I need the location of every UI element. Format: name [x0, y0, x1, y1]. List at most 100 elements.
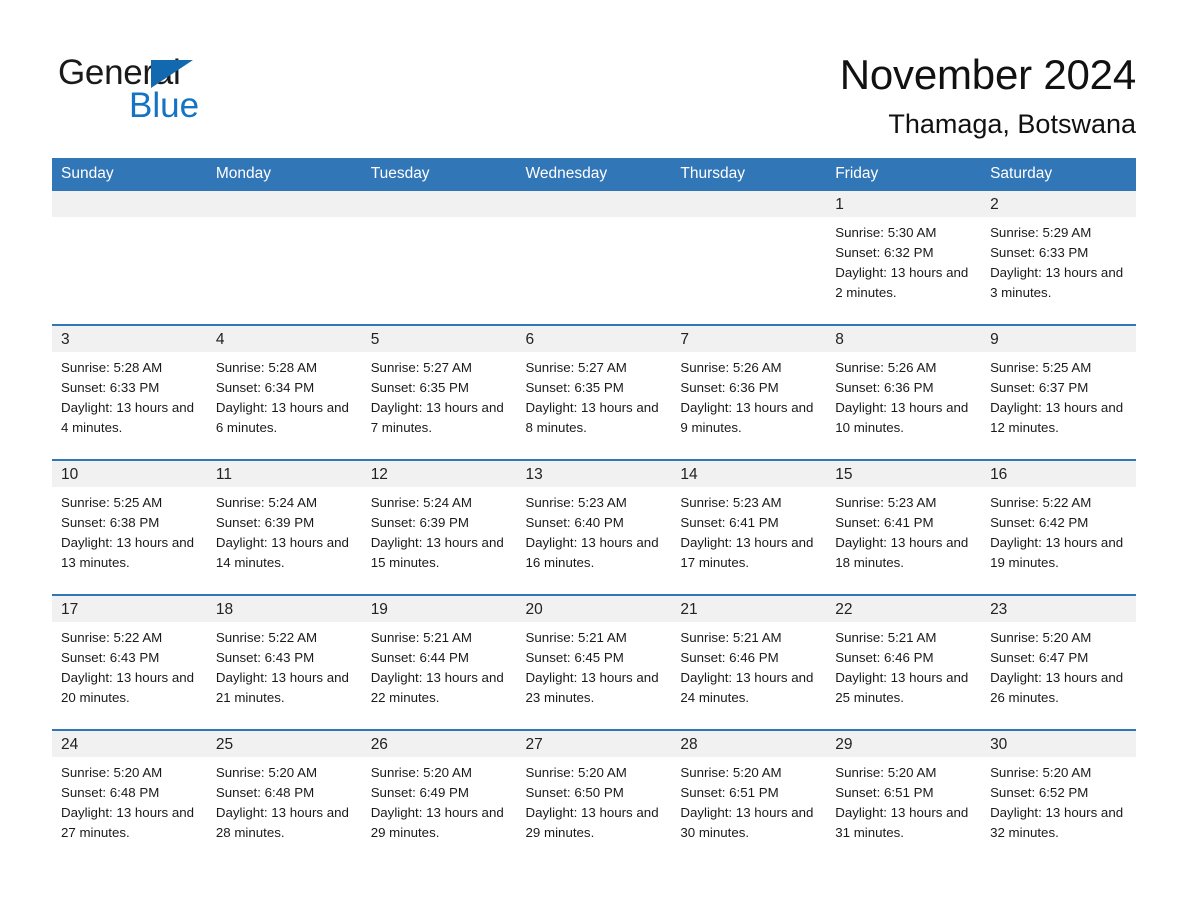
day-cell[interactable]: 17 Sunrise: 5:22 AM Sunset: 6:43 PM Dayligh… — [52, 594, 207, 730]
day-cell[interactable]: 18 Sunrise: 5:22 AM Sunset: 6:43 PM Dayligh… — [206, 594, 362, 730]
day-number: 17 — [52, 596, 207, 622]
day-number: 6 — [516, 326, 672, 352]
calendar-week-row: 3 Sunrise: 5:28 AM Sunset: 6:33 PM Daylight… — [52, 324, 1136, 460]
day-details: Sunrise: 5:21 AM Sunset: 6:46 PM Daylight:… — [826, 622, 981, 708]
day-cell-inner: 8 Sunrise: 5:26 AM Sunset: 6:36 PM Daylight… — [826, 326, 982, 459]
calendar-page: General Blue November 2024 Thamaga, Bots… — [0, 0, 1188, 918]
sunset-text: Sunset: 6:47 PM — [990, 650, 1089, 665]
sunset-text: Sunset: 6:39 PM — [215, 515, 315, 530]
day-cell[interactable]: 6 Sunrise: 5:27 AM Sunset: 6:35 PM Daylight… — [516, 324, 672, 460]
sunset-text: Sunset: 6:41 PM — [680, 515, 779, 530]
sunset-text: Sunset: 6:48 PM — [215, 785, 315, 800]
sunrise-text: Sunrise: 5:27 AM — [525, 360, 627, 375]
sunset-text: Sunset: 6:41 PM — [835, 515, 934, 530]
daylight-text: Daylight: 13 hours and 30 minutes. — [680, 805, 814, 840]
daylight-text: Daylight: 13 hours and 16 minutes. — [525, 535, 659, 570]
day-cell[interactable]: 19 Sunrise: 5:21 AM Sunset: 6:44 PM Dayligh… — [361, 594, 517, 730]
day-details: Sunrise: 5:26 AM Sunset: 6:36 PM Daylight:… — [826, 352, 981, 438]
sunrise-text: Sunrise: 5:21 AM — [680, 630, 782, 645]
day-cell-inner — [206, 191, 362, 324]
day-cell[interactable]: 24 Sunrise: 5:20 AM Sunset: 6:48 PM Dayligh… — [52, 729, 207, 864]
sunrise-text: Sunrise: 5:20 AM — [525, 765, 627, 780]
daylight-text: Daylight: 13 hours and 13 minutes. — [61, 535, 195, 570]
day-cell[interactable]: 1 Sunrise: 5:30 AM Sunset: 6:32 PM Daylight… — [826, 191, 982, 325]
sunrise-text: Sunrise: 5:22 AM — [215, 630, 318, 645]
daylight-text: Daylight: 13 hours and 10 minutes. — [835, 400, 969, 435]
day-cell[interactable]: 21 Sunrise: 5:21 AM Sunset: 6:46 PM Dayligh… — [671, 594, 827, 730]
day-number: 22 — [826, 596, 982, 622]
day-cell[interactable]: 29 Sunrise: 5:20 AM Sunset: 6:51 PM Dayligh… — [826, 729, 982, 864]
sunrise-text: Sunrise: 5:26 AM — [835, 360, 937, 375]
daylight-text: Daylight: 13 hours and 2 minutes. — [835, 265, 969, 300]
calendar-week-row: 17 Sunrise: 5:22 AM Sunset: 6:43 PM Dayligh… — [52, 594, 1136, 730]
day-details: Sunrise: 5:23 AM Sunset: 6:41 PM Daylight:… — [671, 487, 826, 573]
day-details: Sunrise: 5:20 AM Sunset: 6:50 PM Daylight:… — [517, 757, 672, 843]
day-cell-inner: 22 Sunrise: 5:21 AM Sunset: 6:46 PM Dayligh… — [826, 596, 982, 729]
day-details: Sunrise: 5:25 AM Sunset: 6:38 PM Daylight:… — [52, 487, 207, 573]
day-cell[interactable]: 30 Sunrise: 5:20 AM Sunset: 6:52 PM Dayligh… — [981, 729, 1136, 864]
day-cell-inner: 12 Sunrise: 5:24 AM Sunset: 6:39 PM Dayligh… — [361, 461, 517, 594]
day-cell-empty — [516, 191, 672, 325]
daylight-text: Daylight: 13 hours and 12 minutes. — [990, 400, 1124, 435]
day-details: Sunrise: 5:28 AM Sunset: 6:33 PM Daylight:… — [52, 352, 207, 438]
sunset-text: Sunset: 6:33 PM — [990, 245, 1089, 260]
day-details: Sunrise: 5:27 AM Sunset: 6:35 PM Daylight:… — [517, 352, 672, 438]
day-cell[interactable]: 14 Sunrise: 5:23 AM Sunset: 6:41 PM Dayligh… — [671, 459, 827, 595]
sunset-text: Sunset: 6:51 PM — [835, 785, 934, 800]
day-cell[interactable]: 5 Sunrise: 5:27 AM Sunset: 6:35 PM Daylight… — [361, 324, 517, 460]
day-cell[interactable]: 8 Sunrise: 5:26 AM Sunset: 6:36 PM Daylight… — [826, 324, 982, 460]
sunset-text: Sunset: 6:33 PM — [61, 380, 160, 395]
day-cell[interactable]: 26 Sunrise: 5:20 AM Sunset: 6:49 PM Dayligh… — [361, 729, 517, 864]
day-cell[interactable]: 22 Sunrise: 5:21 AM Sunset: 6:46 PM Dayligh… — [826, 594, 982, 730]
day-cell[interactable]: 10 Sunrise: 5:25 AM Sunset: 6:38 PM Dayligh… — [52, 459, 207, 595]
day-number: 8 — [826, 326, 982, 352]
day-number: 24 — [52, 731, 207, 757]
day-cell[interactable]: 3 Sunrise: 5:28 AM Sunset: 6:33 PM Daylight… — [52, 324, 207, 460]
day-cell[interactable]: 13 Sunrise: 5:23 AM Sunset: 6:40 PM Dayligh… — [516, 459, 672, 595]
day-cell[interactable]: 20 Sunrise: 5:21 AM Sunset: 6:45 PM Dayligh… — [516, 594, 672, 730]
calendar-header-row: Sunday Monday Tuesday Wednesday Thursday Frid… — [52, 158, 1136, 191]
sunrise-sunset-calendar: Sunday Monday Tuesday Wednesday Thursday Frid… — [52, 158, 1136, 864]
day-details: Sunrise: 5:20 AM Sunset: 6:52 PM Daylight:… — [981, 757, 1136, 843]
day-cell[interactable]: 2 Sunrise: 5:29 AM Sunset: 6:33 PM Daylight… — [981, 191, 1136, 325]
day-cell-inner: 21 Sunrise: 5:21 AM Sunset: 6:46 PM Dayligh… — [671, 596, 827, 729]
location-subtitle: Thamaga, Botswana — [888, 109, 1136, 139]
day-number — [516, 191, 672, 217]
day-details: Sunrise: 5:23 AM Sunset: 6:41 PM Daylight:… — [826, 487, 981, 573]
daylight-text: Daylight: 13 hours and 19 minutes. — [990, 535, 1124, 570]
general-blue-logo[interactable]: General Blue — [58, 46, 248, 126]
day-cell[interactable]: 9 Sunrise: 5:25 AM Sunset: 6:37 PM Daylight… — [981, 324, 1136, 460]
day-details: Sunrise: 5:22 AM Sunset: 6:42 PM Daylight:… — [981, 487, 1136, 573]
day-cell-inner: 24 Sunrise: 5:20 AM Sunset: 6:48 PM Dayligh… — [52, 731, 207, 864]
day-number: 10 — [52, 461, 207, 487]
weekday-header-thursday: Thursday — [671, 158, 827, 191]
day-cell[interactable]: 11 Sunrise: 5:24 AM Sunset: 6:39 PM Dayligh… — [206, 459, 362, 595]
day-details: Sunrise: 5:20 AM Sunset: 6:48 PM Daylight:… — [52, 757, 207, 843]
day-details: Sunrise: 5:29 AM Sunset: 6:33 PM Daylight:… — [981, 217, 1136, 303]
day-cell-inner: 7 Sunrise: 5:26 AM Sunset: 6:36 PM Daylight… — [671, 326, 827, 459]
day-number — [52, 191, 207, 217]
daylight-text: Daylight: 13 hours and 21 minutes. — [215, 670, 349, 705]
day-number: 23 — [981, 596, 1136, 622]
day-number — [671, 191, 827, 217]
day-cell-inner: 1 Sunrise: 5:30 AM Sunset: 6:32 PM Daylight… — [826, 191, 982, 324]
day-number: 29 — [826, 731, 982, 757]
day-details: Sunrise: 5:25 AM Sunset: 6:37 PM Daylight:… — [981, 352, 1136, 438]
daylight-text: Daylight: 13 hours and 17 minutes. — [680, 535, 814, 570]
day-cell[interactable]: 28 Sunrise: 5:20 AM Sunset: 6:51 PM Dayligh… — [671, 729, 827, 864]
day-cell[interactable]: 15 Sunrise: 5:23 AM Sunset: 6:41 PM Dayligh… — [826, 459, 982, 595]
day-cell[interactable]: 25 Sunrise: 5:20 AM Sunset: 6:48 PM Dayligh… — [206, 729, 362, 864]
sunrise-text: Sunrise: 5:23 AM — [525, 495, 627, 510]
daylight-text: Daylight: 13 hours and 18 minutes. — [835, 535, 969, 570]
day-cell[interactable]: 23 Sunrise: 5:20 AM Sunset: 6:47 PM Dayligh… — [981, 594, 1136, 730]
day-cell[interactable]: 27 Sunrise: 5:20 AM Sunset: 6:50 PM Dayligh… — [516, 729, 672, 864]
day-cell[interactable]: 4 Sunrise: 5:28 AM Sunset: 6:34 PM Daylight… — [206, 324, 362, 460]
sunrise-text: Sunrise: 5:21 AM — [835, 630, 937, 645]
day-cell[interactable]: 7 Sunrise: 5:26 AM Sunset: 6:36 PM Daylight… — [671, 324, 827, 460]
day-cell[interactable]: 16 Sunrise: 5:22 AM Sunset: 6:42 PM Dayligh… — [981, 459, 1136, 595]
sunset-text: Sunset: 6:32 PM — [835, 245, 934, 260]
sunrise-text: Sunrise: 5:28 AM — [61, 360, 163, 375]
day-cell[interactable]: 12 Sunrise: 5:24 AM Sunset: 6:39 PM Dayligh… — [361, 459, 517, 595]
page-header: General Blue November 2024 Thamaga, Bots… — [0, 0, 1188, 144]
day-cell-inner: 15 Sunrise: 5:23 AM Sunset: 6:41 PM Dayligh… — [826, 461, 982, 594]
